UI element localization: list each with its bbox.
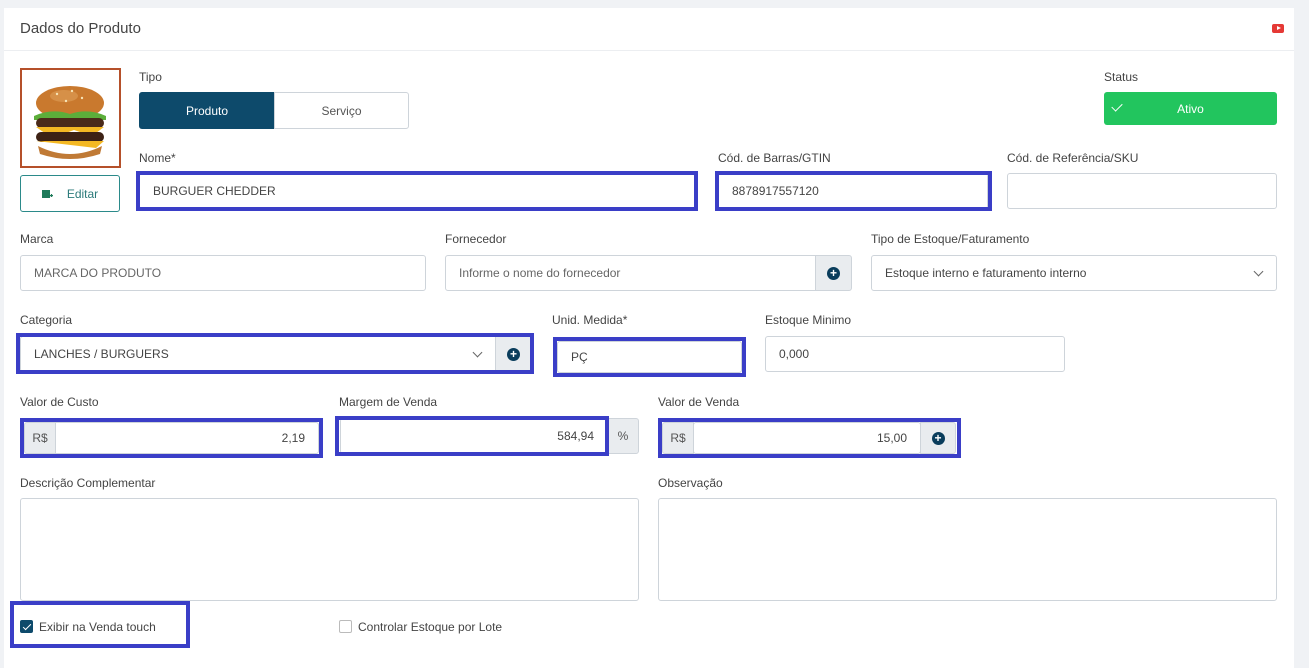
nome-label: Nome* [139, 151, 176, 165]
card-header: Dados do Produto [4, 8, 1294, 51]
add-venda-button[interactable]: + [920, 422, 956, 454]
observacao-label: Observação [658, 476, 723, 490]
margem-label: Margem de Venda [339, 395, 438, 409]
unid-label: Unid. Medida* [552, 313, 628, 327]
check-icon [22, 621, 31, 630]
tipo-estoque-value: Estoque interno e faturamento interno [885, 266, 1087, 280]
nome-input[interactable]: BURGUER CHEDDER [139, 173, 695, 209]
plus-circle-icon: + [931, 431, 945, 445]
venda-prefix: R$ [662, 422, 694, 454]
plus-circle-icon: + [827, 266, 840, 280]
edit-image-button[interactable]: Editar [20, 175, 120, 212]
margem-suffix: % [607, 418, 639, 454]
barras-label: Cód. de Barras/GTIN [718, 151, 831, 165]
product-data-card: Dados do Produto Editar Tipo Produto Ser… [4, 8, 1294, 668]
chevron-down-icon [1253, 266, 1264, 277]
descricao-label: Descrição Complementar [20, 476, 156, 490]
sku-label: Cód. de Referência/SKU [1007, 151, 1139, 165]
custo-input[interactable]: 2,19 [55, 422, 319, 454]
custo-label: Valor de Custo [20, 395, 99, 409]
fornecedor-label: Fornecedor [445, 232, 507, 246]
marca-input[interactable]: MARCA DO PRODUTO [20, 255, 426, 291]
product-image [20, 68, 121, 168]
venda-input[interactable]: 15,00 [693, 422, 921, 454]
estoque-lote-checkbox[interactable] [339, 620, 352, 633]
tipo-servico-option[interactable]: Serviço [274, 92, 409, 129]
chevron-down-icon [472, 347, 483, 358]
categoria-select[interactable]: LANCHES / BURGUERS [20, 336, 496, 372]
plus-circle-icon: + [507, 347, 520, 361]
page-title: Dados do Produto [20, 20, 141, 37]
barras-input[interactable]: 8878917557120 [718, 173, 988, 209]
burger-image [34, 86, 106, 159]
custo-prefix: R$ [24, 422, 56, 454]
observacao-textarea[interactable] [658, 498, 1277, 601]
youtube-icon[interactable] [1272, 24, 1284, 33]
venda-label: Valor de Venda [658, 395, 740, 409]
status-label: Status [1104, 70, 1139, 84]
add-fornecedor-button[interactable]: + [815, 255, 852, 291]
marca-label: Marca [20, 232, 54, 246]
tipo-produto-option[interactable]: Produto [139, 92, 275, 129]
venda-touch-checkbox[interactable] [20, 620, 33, 633]
tipo-estoque-select[interactable]: Estoque interno e faturamento interno [871, 255, 1277, 291]
sku-input[interactable] [1007, 173, 1277, 209]
unid-input[interactable]: PÇ [557, 341, 742, 373]
descricao-textarea[interactable] [20, 498, 639, 601]
margem-input[interactable]: 584,94 [340, 418, 608, 454]
fornecedor-input[interactable]: Informe o nome do fornecedor [445, 255, 816, 291]
tipo-estoque-label: Tipo de Estoque/Faturamento [871, 232, 1030, 246]
estoque-min-input[interactable]: 0,000 [765, 336, 1065, 372]
status-toggle[interactable]: Ativo [1104, 92, 1277, 125]
categoria-value: LANCHES / BURGUERS [34, 347, 169, 361]
add-categoria-button[interactable]: + [495, 336, 532, 372]
image-edit-icon [41, 190, 53, 198]
edit-image-label: Editar [66, 186, 99, 201]
venda-touch-label[interactable]: Exibir na Venda touch [39, 620, 156, 634]
tipo-label: Tipo [139, 70, 162, 84]
estoque-min-label: Estoque Minimo [765, 313, 852, 327]
estoque-lote-label[interactable]: Controlar Estoque por Lote [358, 620, 502, 634]
categoria-label: Categoria [20, 313, 73, 327]
status-value: Ativo [1177, 101, 1204, 116]
